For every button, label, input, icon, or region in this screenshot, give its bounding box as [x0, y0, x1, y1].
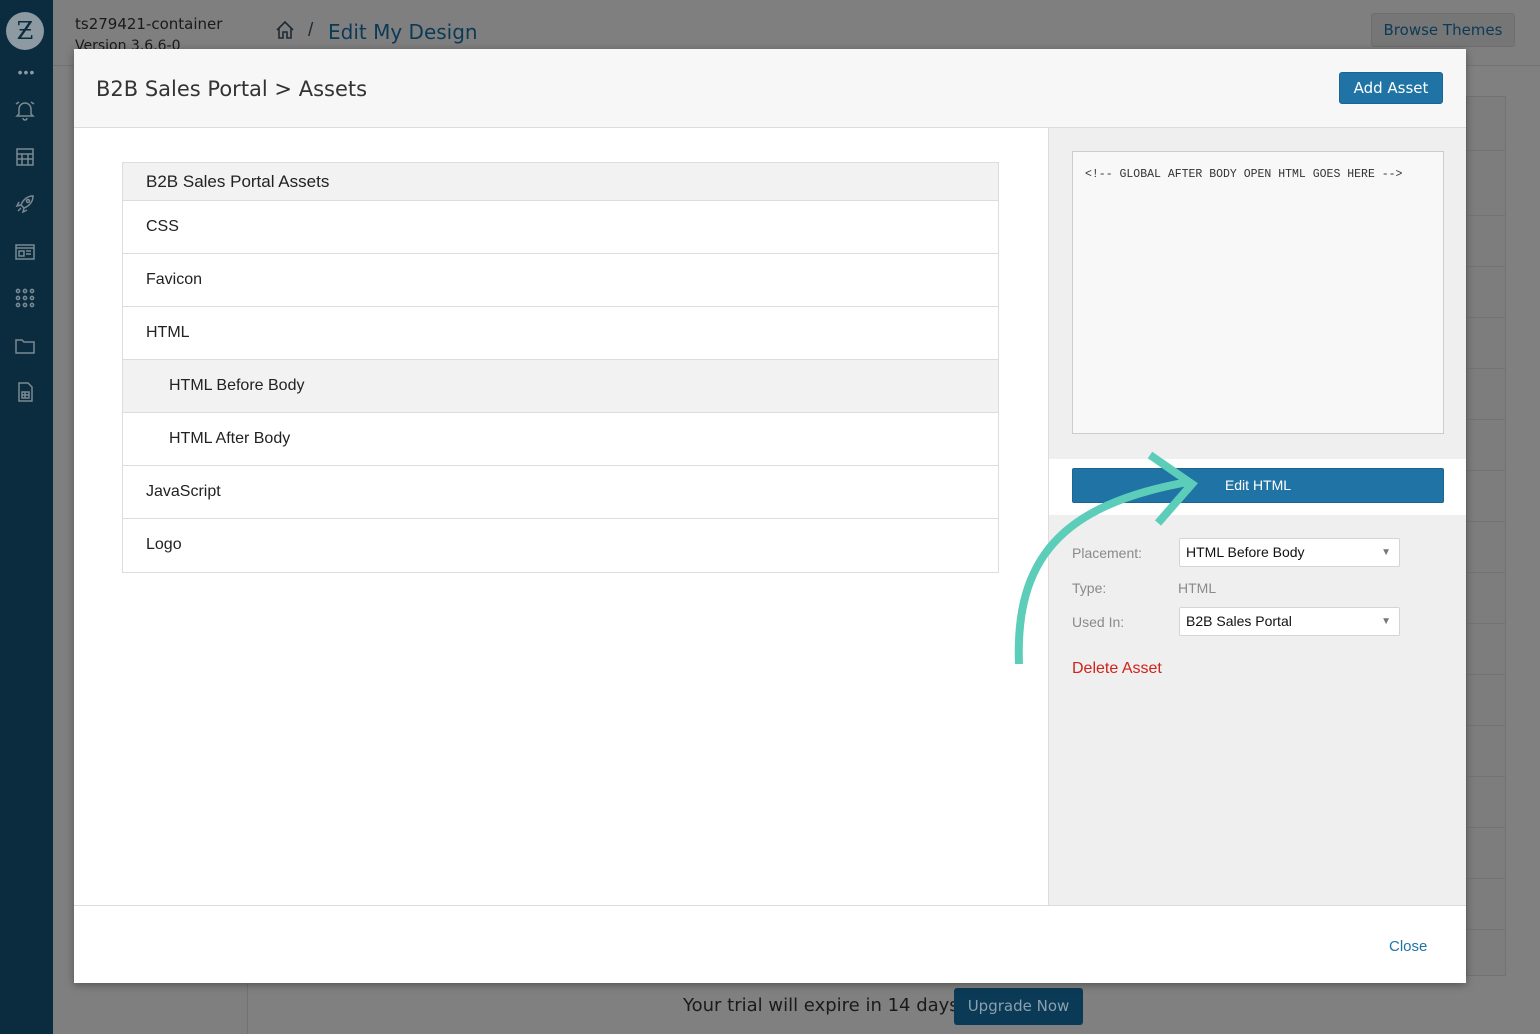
asset-table: B2B Sales Portal Assets CSS Favicon HTML… [122, 162, 999, 573]
storefront-icon[interactable] [13, 145, 37, 169]
asset-row-favicon[interactable]: Favicon [123, 254, 998, 307]
edit-html-strip: Edit HTML [1049, 459, 1466, 515]
asset-table-header: B2B Sales Portal Assets [123, 163, 998, 201]
divider [1466, 317, 1506, 318]
upgrade-now-button[interactable]: Upgrade Now [954, 988, 1083, 1025]
placement-label: Placement: [1072, 545, 1143, 561]
code-preview: <!-- GLOBAL AFTER BODY OPEN HTML GOES HE… [1072, 151, 1444, 434]
divider [1466, 827, 1506, 828]
divider [1466, 572, 1506, 573]
divider [1466, 674, 1506, 675]
asset-row-html[interactable]: HTML [123, 307, 998, 360]
asset-row-logo[interactable]: Logo [123, 519, 998, 572]
background-content-panel [1466, 96, 1506, 976]
spreadsheet-icon[interactable] [13, 380, 37, 404]
divider [1466, 623, 1506, 624]
app-logo[interactable]: Ƶ [6, 12, 44, 50]
divider [1466, 929, 1506, 930]
breadcrumb-separator: / [308, 20, 314, 41]
divider [1466, 725, 1506, 726]
divider [1466, 215, 1506, 216]
asset-details-pane: <!-- GLOBAL AFTER BODY OPEN HTML GOES HE… [1048, 128, 1466, 905]
more-menu-icon[interactable]: ••• [0, 64, 53, 80]
placement-select[interactable]: HTML Before Body ▼ [1179, 538, 1400, 567]
modal-footer: Close [74, 905, 1466, 983]
bell-icon[interactable] [13, 98, 37, 122]
used-in-select[interactable]: B2B Sales Portal ▼ [1179, 607, 1400, 636]
breadcrumb-title[interactable]: Edit My Design [328, 20, 478, 44]
add-asset-button[interactable]: Add Asset [1339, 72, 1443, 104]
type-value: HTML [1178, 580, 1217, 596]
used-in-label: Used In: [1072, 614, 1125, 630]
divider [1466, 776, 1506, 777]
apps-grid-icon[interactable] [13, 286, 37, 310]
type-label: Type: [1072, 580, 1107, 596]
app-sidebar: Ƶ ••• [0, 0, 53, 1034]
asset-row-css[interactable]: CSS [123, 201, 998, 254]
asset-row-html-after-body[interactable]: HTML After Body [123, 413, 998, 466]
dropdown-caret-icon: ▼ [1381, 547, 1391, 558]
trial-expiry-text: Your trial will expire in 14 days [683, 995, 959, 1016]
container-name: ts279421-container [75, 15, 223, 33]
divider [1466, 419, 1506, 420]
asset-row-javascript[interactable]: JavaScript [123, 466, 998, 519]
placement-value: HTML Before Body [1186, 544, 1305, 560]
divider [1466, 521, 1506, 522]
edit-html-button[interactable]: Edit HTML [1072, 468, 1444, 503]
divider [1466, 266, 1506, 267]
modal-title: B2B Sales Portal > Assets [96, 77, 368, 101]
divider [1466, 878, 1506, 879]
rocket-icon[interactable] [13, 192, 37, 216]
delete-asset-link[interactable]: Delete Asset [1072, 660, 1162, 678]
divider [1466, 368, 1506, 369]
assets-modal: B2B Sales Portal > Assets Add Asset B2B … [74, 49, 1466, 983]
browse-themes-button[interactable]: Browse Themes [1371, 13, 1515, 47]
divider [1466, 470, 1506, 471]
home-icon[interactable] [274, 19, 296, 41]
used-in-value: B2B Sales Portal [1186, 613, 1292, 629]
divider [1466, 150, 1506, 151]
folder-icon[interactable] [13, 334, 37, 358]
close-button[interactable]: Close [1389, 938, 1427, 955]
asset-row-html-before-body[interactable]: HTML Before Body [123, 360, 998, 413]
modal-header: B2B Sales Portal > Assets Add Asset [74, 49, 1466, 128]
browser-window-icon[interactable] [13, 240, 37, 264]
asset-list-pane: B2B Sales Portal Assets CSS Favicon HTML… [74, 128, 1048, 905]
dropdown-caret-icon: ▼ [1381, 616, 1391, 627]
